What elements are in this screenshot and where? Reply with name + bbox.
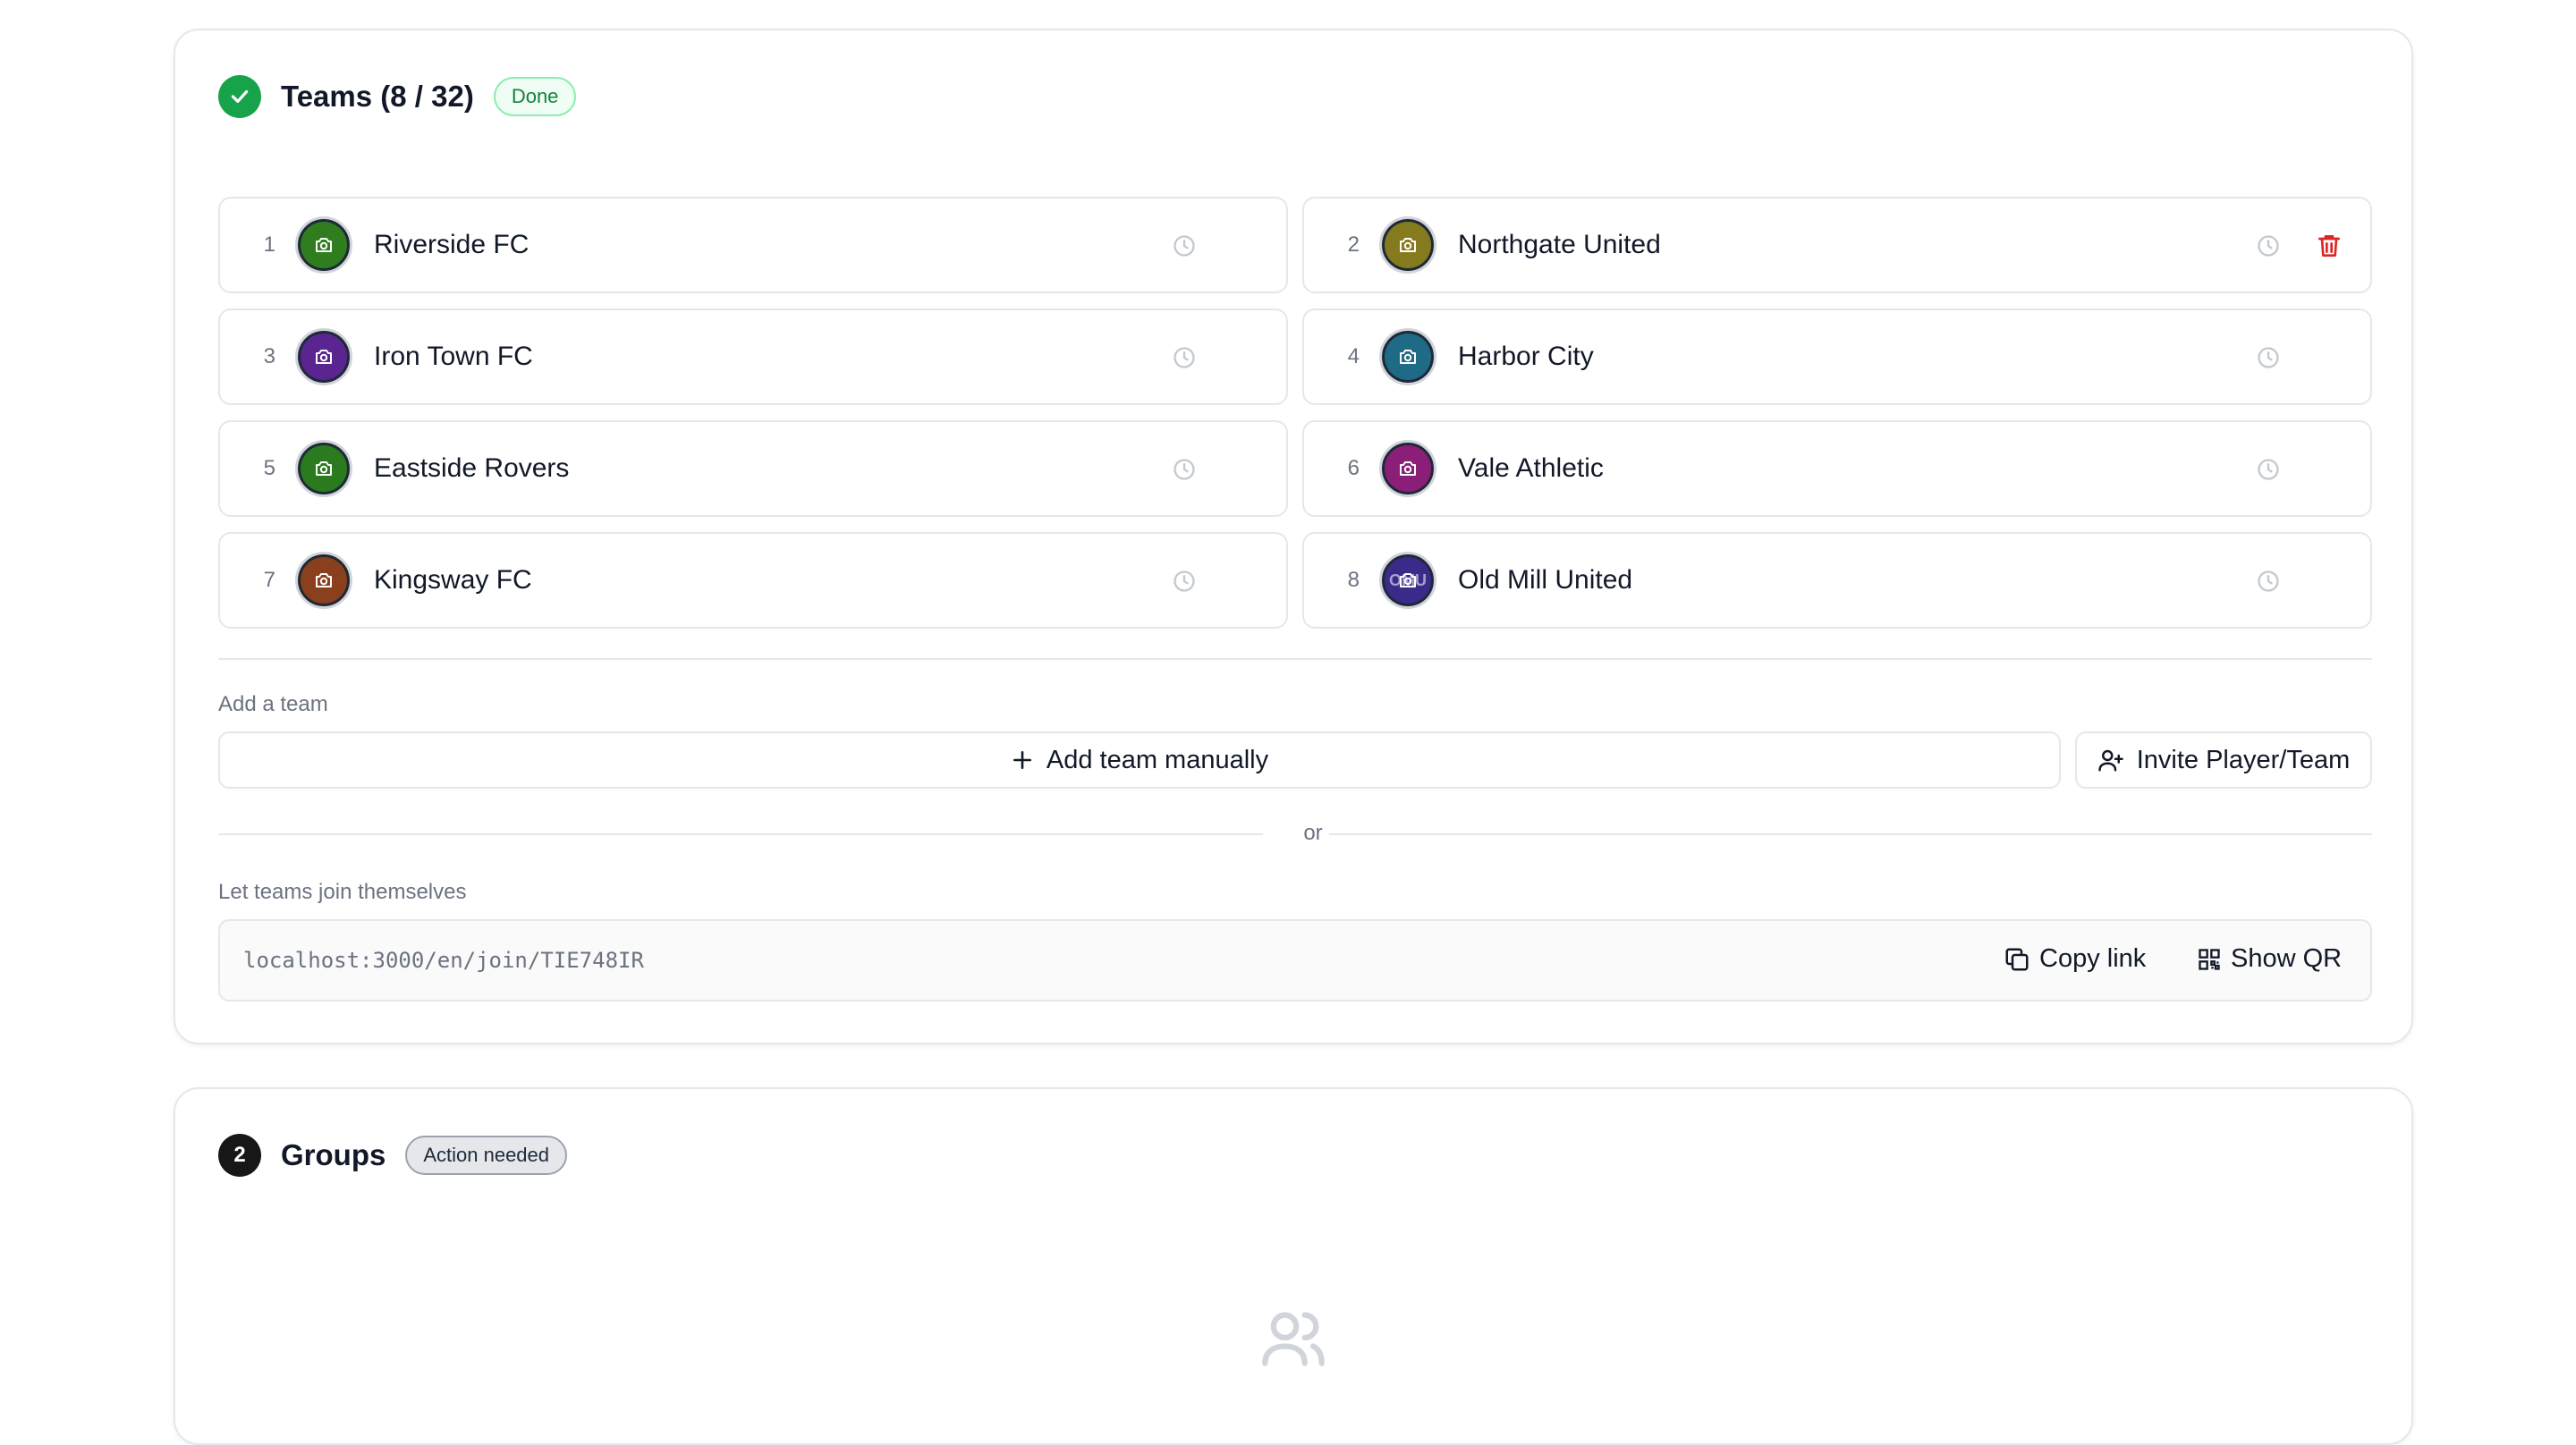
camera-icon	[316, 573, 332, 587]
team-name: Vale Athletic	[1458, 453, 1604, 483]
team-index: 4	[1347, 344, 1360, 368]
add-team-manually-label: Add team manually	[1046, 745, 1269, 774]
team-name: Harbor City	[1458, 342, 1594, 371]
team-row[interactable]: 3 Iron Town FC	[218, 308, 1288, 405]
team-avatar[interactable]	[295, 328, 352, 385]
clock-icon	[2258, 347, 2279, 368]
team-name: Old Mill United	[1458, 565, 1633, 595]
camera-icon	[1400, 573, 1416, 587]
join-link-url[interactable]: localhost:3000/en/join/TIE748IR	[243, 948, 644, 973]
status-badge: Action needed	[405, 1136, 568, 1175]
clock-icon	[2258, 459, 2279, 480]
team-index: 8	[1347, 568, 1360, 592]
users-icon	[1259, 1304, 1327, 1376]
or-divider-left	[218, 833, 1263, 835]
team-row[interactable]: 4 Harbor City	[1302, 308, 2372, 405]
team-index: 6	[1347, 456, 1360, 480]
status-badge: Done	[493, 77, 577, 116]
team-avatar[interactable]: OMU	[1379, 552, 1436, 609]
team-row[interactable]: 1 Riverside FC	[218, 197, 1288, 293]
camera-icon	[316, 238, 332, 252]
copy-link-label: Copy link	[2039, 944, 2147, 973]
camera-icon	[1400, 238, 1416, 252]
groups-step-title: Groups	[281, 1138, 386, 1171]
copy-icon	[2005, 948, 2029, 970]
team-index: 1	[263, 232, 275, 257]
step-number: 2	[218, 1134, 261, 1177]
invite-player-team-button[interactable]: Invite Player/Team	[2075, 731, 2372, 789]
team-index: 3	[263, 344, 275, 368]
teams-step-card: Teams (8 / 32) Done 1 Riverside FC 2 Northg…	[174, 29, 2413, 1044]
team-avatar[interactable]	[1379, 440, 1436, 497]
qr-code-icon	[2199, 948, 2220, 970]
team-name: Northgate United	[1458, 230, 1661, 259]
copy-link-button[interactable]: Copy link	[2004, 944, 2146, 974]
clock-icon	[1174, 347, 1195, 368]
clock-icon	[1174, 235, 1195, 257]
team-name: Kingsway FC	[374, 565, 532, 595]
groups-step-card: 2 Groups Action needed	[174, 1087, 2413, 1445]
clock-icon	[2258, 235, 2279, 257]
clock-icon	[1174, 570, 1195, 592]
team-index: 5	[263, 456, 275, 480]
clock-icon	[1174, 459, 1195, 480]
team-avatar[interactable]	[295, 552, 352, 609]
team-list: 1 Riverside FC 2 Northgate United 3 Iron Town…	[218, 197, 2372, 629]
team-row[interactable]: 5 Eastside Rovers	[218, 420, 1288, 517]
trash-icon[interactable]	[2315, 232, 2343, 260]
team-name: Eastside Rovers	[374, 453, 570, 483]
team-row[interactable]: 6 Vale Athletic	[1302, 420, 2372, 517]
team-name: Riverside FC	[374, 230, 530, 259]
plus-icon	[1013, 751, 1031, 769]
show-qr-button[interactable]: Show QR	[2197, 944, 2342, 974]
team-avatar[interactable]	[1379, 216, 1436, 274]
show-qr-label: Show QR	[2231, 944, 2343, 973]
user-plus-icon	[2097, 749, 2123, 772]
team-row[interactable]: 2 Northgate United	[1302, 197, 2372, 293]
team-row[interactable]: 8 OMU Old Mill United	[1302, 532, 2372, 629]
team-avatar[interactable]	[1379, 328, 1436, 385]
team-index: 2	[1347, 232, 1360, 257]
groups-step-header: 2 Groups Action needed	[218, 1134, 568, 1177]
invite-label: Invite Player/Team	[2136, 745, 2351, 774]
team-avatar[interactable]	[295, 440, 352, 497]
self-join-label: Let teams join themselves	[218, 880, 467, 904]
check-icon	[218, 75, 261, 118]
teams-step-header: Teams (8 / 32) Done	[218, 75, 577, 118]
join-link-box: localhost:3000/en/join/TIE748IR Copy lin…	[218, 919, 2372, 1001]
camera-icon	[316, 350, 332, 364]
add-team-manually-button[interactable]: Add team manually	[218, 731, 2061, 789]
team-row[interactable]: 7 Kingsway FC	[218, 532, 1288, 629]
team-name: Iron Town FC	[374, 342, 533, 371]
team-avatar[interactable]	[295, 216, 352, 274]
camera-icon	[1400, 350, 1416, 364]
camera-icon	[316, 461, 332, 476]
camera-icon	[1400, 461, 1416, 476]
add-team-label: Add a team	[218, 692, 328, 716]
clock-icon	[2258, 570, 2279, 592]
team-index: 7	[263, 568, 275, 592]
or-divider-right	[1329, 833, 2372, 835]
teams-step-title: Teams (8 / 32)	[281, 80, 474, 113]
section-divider	[218, 658, 2372, 660]
